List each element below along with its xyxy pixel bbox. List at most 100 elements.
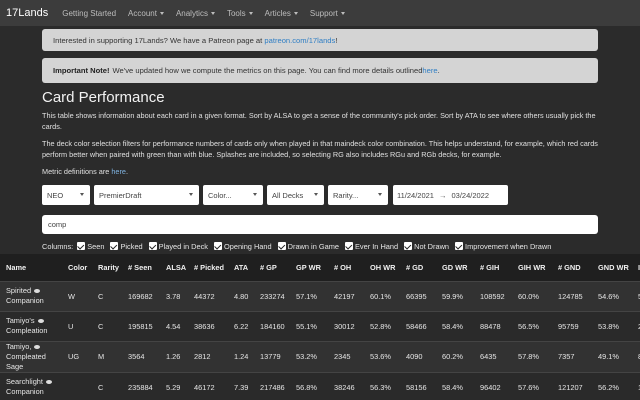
nav-tools[interactable]: Tools — [227, 9, 253, 18]
checkbox-played-in-deck[interactable]: Played in Deck — [148, 242, 208, 251]
table-cell: 6.22 — [228, 310, 254, 341]
table-cell: 5.4 — [632, 280, 640, 311]
checkbox-opening-hand[interactable]: Opening Hand — [213, 242, 272, 251]
table-cell: 56.8% — [290, 371, 328, 400]
note-details-link[interactable]: here — [422, 66, 437, 75]
table-cell: 53.8% — [592, 310, 632, 341]
chevron-down-icon — [159, 11, 164, 15]
column-header[interactable]: GIH WR — [512, 254, 552, 281]
chevron-down-icon — [189, 193, 193, 196]
column-header[interactable]: # GP — [254, 254, 290, 281]
column-header[interactable]: Name — [0, 254, 62, 281]
table-cell: 233274 — [254, 280, 290, 311]
checkbox-seen[interactable]: Seen — [77, 242, 104, 251]
card-name-cell[interactable]: Tamiyo, Compleated Sage — [0, 340, 62, 372]
column-header[interactable]: ATA — [228, 254, 254, 281]
end-date[interactable]: 03/24/2022 — [451, 191, 489, 200]
column-header[interactable]: # OH — [328, 254, 364, 281]
column-header[interactable]: GP WR — [290, 254, 328, 281]
table-row[interactable]: Tamiyo's Compleation U C 195815 4.54 38636 6.22… — [0, 310, 640, 341]
card-name-line: Companion — [6, 296, 44, 305]
card-name-line: Sage — [6, 361, 24, 371]
table-cell: 121207 — [552, 371, 592, 400]
checkbox-checked-icon[interactable] — [148, 242, 157, 250]
checkbox-checked-icon[interactable] — [77, 242, 86, 250]
checkbox-checked-icon[interactable] — [455, 242, 464, 250]
rarity-select[interactable]: Rarity... — [328, 185, 388, 205]
table-cell: 2812 — [188, 340, 228, 372]
column-header[interactable]: # Picked — [188, 254, 228, 281]
column-header[interactable]: Rarity — [92, 254, 122, 281]
column-header[interactable]: OH WR — [364, 254, 400, 281]
eye-icon[interactable] — [34, 344, 41, 349]
table-cell: 56.3% — [364, 371, 400, 400]
column-header[interactable]: GD WR — [436, 254, 474, 281]
chevron-down-icon — [293, 11, 298, 15]
table-cell: 3.78 — [160, 280, 188, 311]
checkbox-checked-icon[interactable] — [344, 242, 353, 250]
card-name-cell[interactable]: Spirited Companion — [0, 280, 62, 311]
metric-definitions-link[interactable]: here — [111, 167, 126, 176]
column-header[interactable]: IW — [632, 254, 640, 281]
eye-icon[interactable] — [45, 380, 52, 385]
checkbox-picked[interactable]: Picked — [110, 242, 143, 251]
chevron-down-icon — [378, 193, 382, 196]
set-select[interactable]: NEO — [42, 185, 90, 205]
table-cell: 169682 — [122, 280, 160, 311]
table-cell: 38246 — [328, 371, 364, 400]
table-cell: 56.5% — [512, 310, 552, 341]
column-header[interactable]: # GND — [552, 254, 592, 281]
checkbox-checked-icon[interactable] — [404, 242, 413, 250]
table-row[interactable]: Spirited Companion W C 169682 3.78 44372 4.80 23… — [0, 280, 640, 311]
nav-getting-started[interactable]: Getting Started — [62, 9, 116, 18]
column-header[interactable]: GND WR — [592, 254, 632, 281]
brand-logo[interactable]: 17Lands — [6, 7, 48, 19]
column-toggles: Columns: Seen Picked Played in Deck Open… — [42, 240, 557, 252]
card-name-line: Compleation — [6, 326, 48, 335]
date-range-picker[interactable]: 11/24/2021 → 03/24/2022 — [393, 185, 508, 205]
nav-support[interactable]: Support — [310, 9, 345, 18]
start-date[interactable]: 11/24/2021 — [397, 191, 434, 200]
table-cell: 4090 — [400, 340, 436, 372]
column-header[interactable]: ALSA — [160, 254, 188, 281]
column-header[interactable]: Color — [62, 254, 92, 281]
card-search-input[interactable]: comp — [42, 215, 598, 234]
table-cell: C — [92, 310, 122, 341]
chevron-down-icon — [314, 193, 318, 196]
column-header[interactable]: # GD — [400, 254, 436, 281]
nav-account[interactable]: Account — [128, 9, 164, 18]
eye-icon[interactable] — [37, 319, 44, 324]
table-cell: 55.1% — [290, 310, 328, 341]
format-select[interactable]: PremierDraft — [94, 185, 199, 205]
card-name-cell[interactable]: Searchlight Companion — [0, 371, 62, 400]
checkbox-checked-icon[interactable] — [213, 242, 222, 250]
table-row[interactable]: Tamiyo, Compleated Sage UG M 3564 1.26 2812 1.24… — [0, 340, 640, 372]
chevron-down-icon — [340, 11, 345, 15]
column-header[interactable]: # GIH — [474, 254, 512, 281]
table-cell: 96402 — [474, 371, 512, 400]
column-header[interactable]: # Seen — [122, 254, 160, 281]
color-select[interactable]: Color... — [203, 185, 263, 205]
checkbox-not-drawn[interactable]: Not Drawn — [404, 242, 449, 251]
table-row[interactable]: Searchlight Companion C 235884 5.29 46172 7.39… — [0, 371, 640, 400]
nav-articles[interactable]: Articles — [265, 9, 298, 18]
table-cell: 3564 — [122, 340, 160, 372]
card-name-cell[interactable]: Tamiyo's Compleation — [0, 310, 62, 341]
decks-select[interactable]: All Decks — [267, 185, 324, 205]
table-cell: 235884 — [122, 371, 160, 400]
table-cell: 1.4 — [632, 371, 640, 400]
checkbox-ever-in-hand[interactable]: Ever In Hand — [344, 242, 398, 251]
eye-icon[interactable] — [34, 289, 41, 294]
table-cell: 60.1% — [364, 280, 400, 311]
important-note-alert: Important Note! We've updated how we com… — [42, 58, 598, 83]
checkbox-improvement-when-drawn[interactable]: Improvement when Drawn — [455, 242, 551, 251]
nav-analytics[interactable]: Analytics — [176, 9, 215, 18]
checkbox-drawn-in-game[interactable]: Drawn in Game — [277, 242, 339, 251]
table-cell: 44372 — [188, 280, 228, 311]
card-name-line: Tamiyo's — [6, 316, 35, 325]
patreon-link[interactable]: patreon.com/17lands — [264, 36, 335, 45]
color-filter-paragraph: The deck color selection filters for per… — [42, 139, 598, 159]
checkbox-checked-icon[interactable] — [110, 242, 119, 250]
chevron-down-icon — [210, 11, 215, 15]
checkbox-checked-icon[interactable] — [277, 242, 286, 250]
